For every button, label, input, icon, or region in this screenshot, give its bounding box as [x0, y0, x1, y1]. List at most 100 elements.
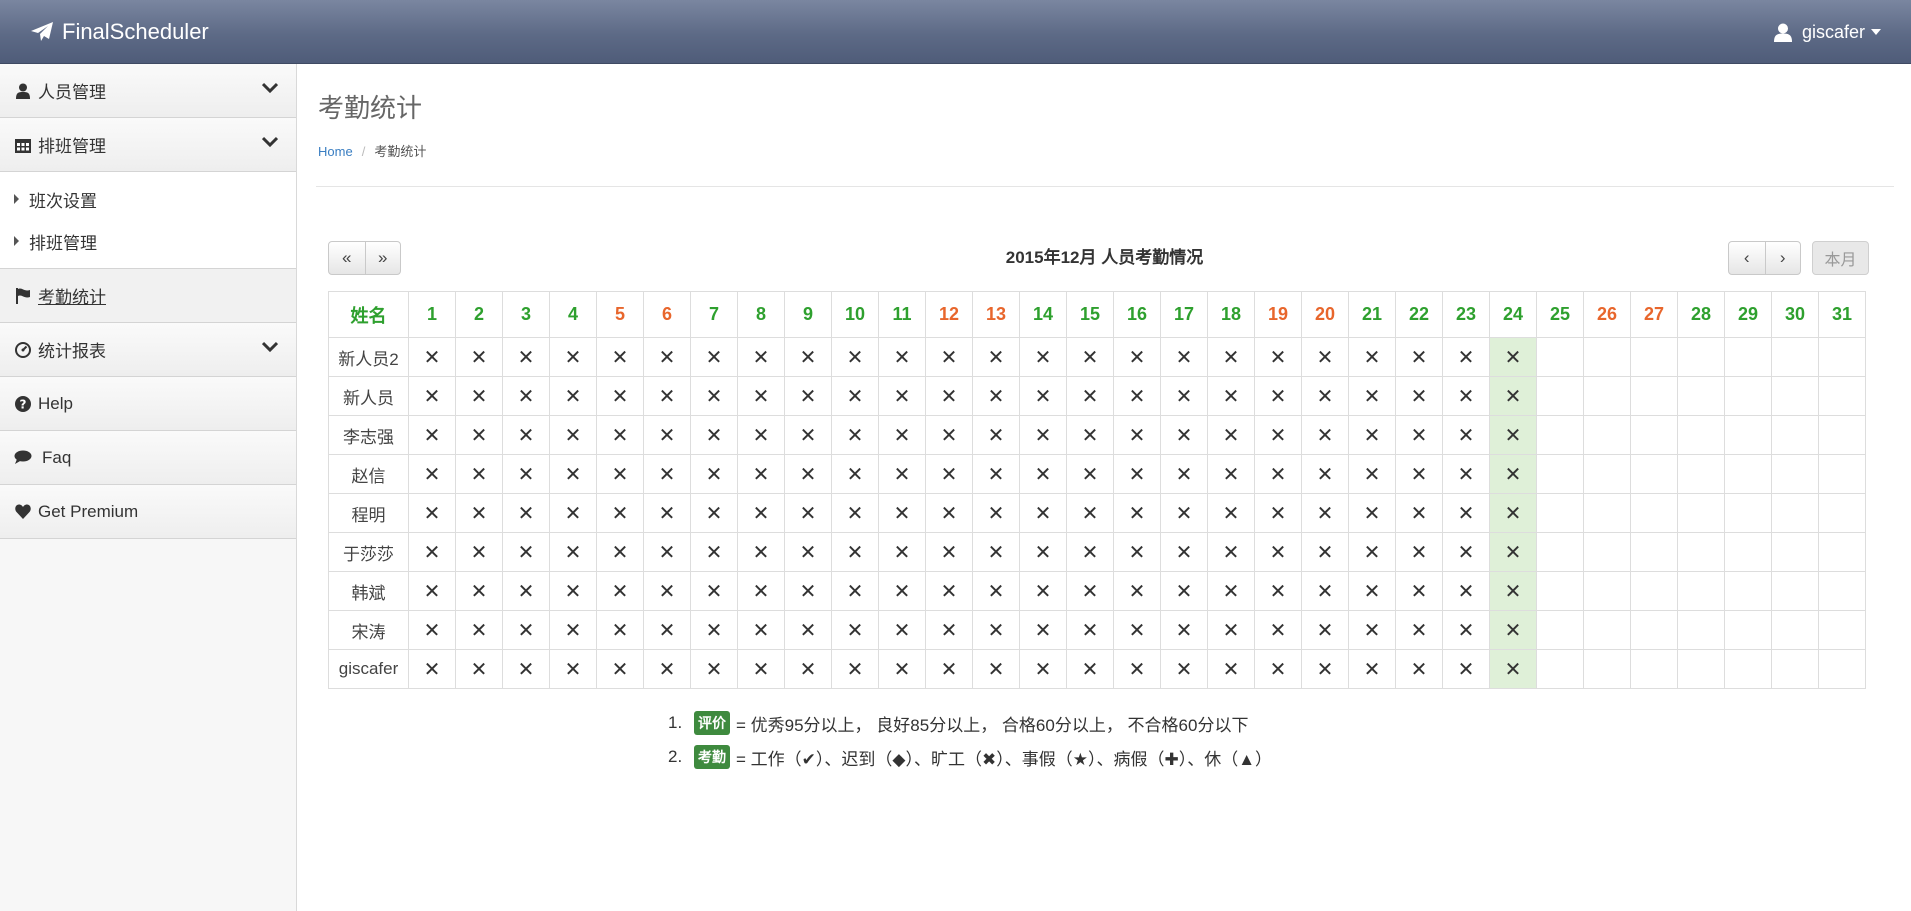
attendance-cell[interactable]: ✕ — [1348, 649, 1396, 689]
attendance-cell[interactable]: ✕ — [878, 571, 926, 611]
attendance-cell[interactable]: ✕ — [408, 493, 456, 533]
attendance-cell[interactable]: ✕ — [1442, 649, 1490, 689]
attendance-cell[interactable]: ✕ — [925, 532, 973, 572]
attendance-cell[interactable]: ✕ — [1254, 532, 1302, 572]
attendance-cell[interactable] — [1630, 337, 1678, 377]
attendance-cell[interactable] — [1724, 376, 1772, 416]
attendance-cell[interactable]: ✕ — [596, 610, 644, 650]
attendance-cell[interactable]: ✕ — [784, 376, 832, 416]
attendance-cell[interactable] — [1724, 454, 1772, 494]
attendance-cell[interactable]: ✕ — [1301, 493, 1349, 533]
attendance-cell[interactable]: ✕ — [1489, 454, 1537, 494]
attendance-cell[interactable] — [1583, 376, 1631, 416]
attendance-cell[interactable]: ✕ — [455, 532, 503, 572]
attendance-cell[interactable]: ✕ — [831, 376, 879, 416]
attendance-cell[interactable] — [1536, 337, 1584, 377]
attendance-cell[interactable]: ✕ — [1489, 376, 1537, 416]
attendance-cell[interactable]: ✕ — [502, 571, 550, 611]
attendance-cell[interactable]: ✕ — [1066, 454, 1114, 494]
attendance-cell[interactable]: ✕ — [1348, 493, 1396, 533]
attendance-cell[interactable]: ✕ — [831, 532, 879, 572]
attendance-cell[interactable]: ✕ — [784, 571, 832, 611]
attendance-cell[interactable]: ✕ — [1442, 337, 1490, 377]
attendance-cell[interactable]: ✕ — [455, 571, 503, 611]
attendance-cell[interactable]: ✕ — [1442, 493, 1490, 533]
attendance-cell[interactable] — [1724, 493, 1772, 533]
attendance-cell[interactable]: ✕ — [596, 337, 644, 377]
attendance-cell[interactable]: ✕ — [549, 571, 597, 611]
attendance-cell[interactable]: ✕ — [1066, 649, 1114, 689]
attendance-cell[interactable]: ✕ — [737, 376, 785, 416]
attendance-cell[interactable]: ✕ — [1066, 493, 1114, 533]
attendance-cell[interactable]: ✕ — [1113, 649, 1161, 689]
prev-month-button[interactable]: ‹ — [1729, 242, 1765, 274]
attendance-cell[interactable]: ✕ — [784, 454, 832, 494]
attendance-cell[interactable]: ✕ — [1254, 376, 1302, 416]
attendance-cell[interactable] — [1771, 376, 1819, 416]
attendance-cell[interactable]: ✕ — [502, 415, 550, 455]
attendance-cell[interactable]: ✕ — [878, 376, 926, 416]
attendance-cell[interactable]: ✕ — [1066, 376, 1114, 416]
attendance-cell[interactable]: ✕ — [1348, 532, 1396, 572]
attendance-cell[interactable]: ✕ — [1395, 649, 1443, 689]
attendance-cell[interactable] — [1818, 571, 1866, 611]
attendance-cell[interactable]: ✕ — [643, 454, 691, 494]
attendance-cell[interactable]: ✕ — [1254, 610, 1302, 650]
attendance-cell[interactable]: ✕ — [1066, 415, 1114, 455]
sidebar-subitem-shift-management[interactable]: 排班管理 — [0, 220, 296, 262]
attendance-cell[interactable] — [1536, 493, 1584, 533]
attendance-cell[interactable]: ✕ — [455, 415, 503, 455]
attendance-cell[interactable]: ✕ — [549, 454, 597, 494]
attendance-cell[interactable]: ✕ — [1113, 454, 1161, 494]
attendance-cell[interactable]: ✕ — [596, 454, 644, 494]
attendance-cell[interactable] — [1724, 532, 1772, 572]
attendance-cell[interactable]: ✕ — [784, 415, 832, 455]
attendance-cell[interactable] — [1536, 532, 1584, 572]
attendance-cell[interactable]: ✕ — [1160, 532, 1208, 572]
attendance-cell[interactable] — [1536, 649, 1584, 689]
attendance-cell[interactable]: ✕ — [1348, 376, 1396, 416]
attendance-cell[interactable]: ✕ — [1160, 571, 1208, 611]
attendance-cell[interactable]: ✕ — [1019, 571, 1067, 611]
attendance-cell[interactable]: ✕ — [549, 376, 597, 416]
attendance-cell[interactable]: ✕ — [502, 493, 550, 533]
attendance-cell[interactable]: ✕ — [1019, 454, 1067, 494]
attendance-cell[interactable]: ✕ — [1160, 337, 1208, 377]
attendance-cell[interactable]: ✕ — [1113, 415, 1161, 455]
attendance-cell[interactable]: ✕ — [690, 493, 738, 533]
attendance-cell[interactable]: ✕ — [784, 649, 832, 689]
attendance-cell[interactable]: ✕ — [690, 376, 738, 416]
attendance-cell[interactable]: ✕ — [690, 571, 738, 611]
attendance-cell[interactable] — [1630, 493, 1678, 533]
attendance-cell[interactable]: ✕ — [831, 415, 879, 455]
attendance-cell[interactable]: ✕ — [737, 454, 785, 494]
attendance-cell[interactable]: ✕ — [1066, 532, 1114, 572]
attendance-cell[interactable]: ✕ — [1254, 415, 1302, 455]
sidebar-item-faq[interactable]: Faq — [0, 431, 296, 485]
attendance-cell[interactable]: ✕ — [1442, 415, 1490, 455]
attendance-cell[interactable]: ✕ — [972, 415, 1020, 455]
attendance-cell[interactable]: ✕ — [972, 493, 1020, 533]
attendance-cell[interactable]: ✕ — [408, 415, 456, 455]
attendance-cell[interactable] — [1818, 493, 1866, 533]
attendance-cell[interactable]: ✕ — [549, 415, 597, 455]
attendance-cell[interactable] — [1818, 376, 1866, 416]
attendance-cell[interactable]: ✕ — [1254, 493, 1302, 533]
attendance-cell[interactable]: ✕ — [1160, 493, 1208, 533]
attendance-cell[interactable]: ✕ — [1019, 532, 1067, 572]
attendance-cell[interactable] — [1771, 649, 1819, 689]
attendance-cell[interactable]: ✕ — [455, 454, 503, 494]
attendance-cell[interactable] — [1771, 415, 1819, 455]
attendance-cell[interactable]: ✕ — [972, 376, 1020, 416]
attendance-cell[interactable]: ✕ — [972, 649, 1020, 689]
attendance-cell[interactable] — [1583, 649, 1631, 689]
attendance-cell[interactable] — [1818, 532, 1866, 572]
attendance-cell[interactable]: ✕ — [690, 532, 738, 572]
attendance-cell[interactable]: ✕ — [1207, 337, 1255, 377]
attendance-cell[interactable] — [1771, 571, 1819, 611]
attendance-cell[interactable]: ✕ — [925, 454, 973, 494]
attendance-cell[interactable]: ✕ — [878, 415, 926, 455]
attendance-cell[interactable]: ✕ — [502, 532, 550, 572]
attendance-cell[interactable]: ✕ — [1160, 610, 1208, 650]
attendance-cell[interactable] — [1583, 571, 1631, 611]
